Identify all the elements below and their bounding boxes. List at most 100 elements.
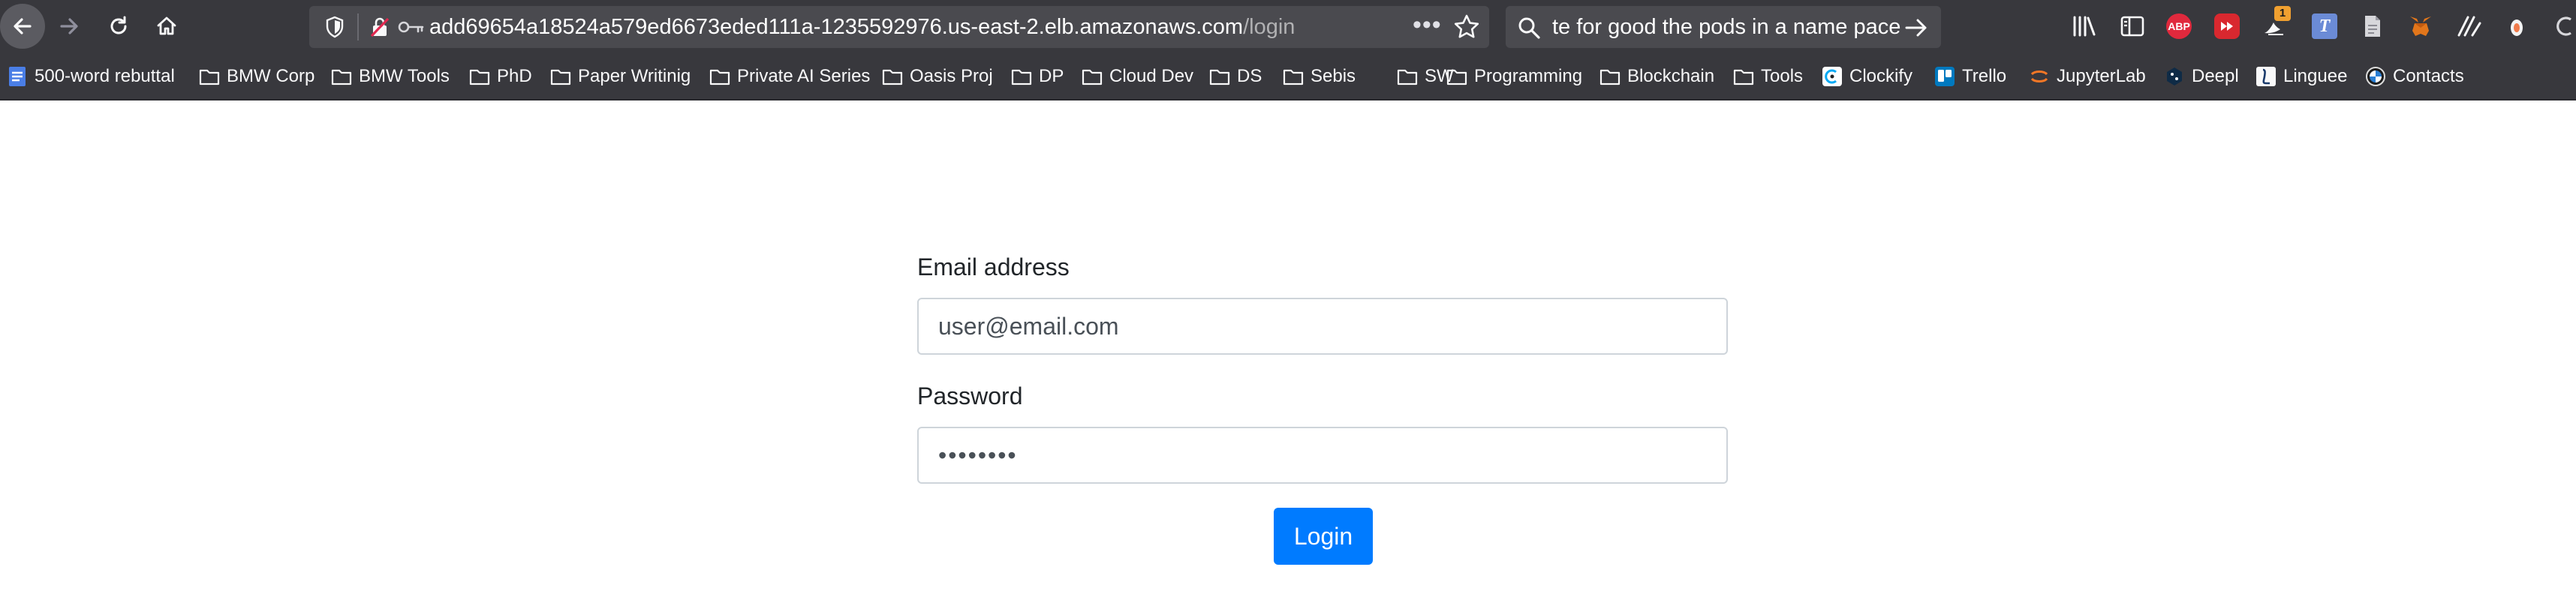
adblock-label: ABP	[2168, 20, 2190, 32]
reload-icon	[110, 16, 127, 34]
folder-icon	[1081, 65, 1103, 88]
bookmark-label: Private AI Series	[737, 66, 871, 86]
bookmark-linguee[interactable]: Linguee	[2255, 52, 2347, 100]
bookmark-programming[interactable]: Programming	[1446, 52, 1582, 100]
forward-arrow-icon	[60, 18, 78, 34]
sidebar-icon[interactable]	[2120, 14, 2145, 39]
bookmark-label: Oasis Proj	[910, 66, 993, 86]
reload-button[interactable]	[96, 4, 141, 49]
folder-icon	[198, 65, 221, 88]
bookmark-oasis-proj[interactable]: Oasis Proj	[881, 52, 993, 100]
bookmark-label: JupyterLab	[2057, 66, 2146, 86]
library-icon[interactable]	[2072, 14, 2097, 39]
bookmark-label: DP	[1039, 66, 1064, 86]
back-button[interactable]	[0, 4, 45, 49]
folder-icon	[1396, 65, 1419, 88]
docs-icon	[6, 65, 29, 88]
overflow-icon[interactable]	[2549, 14, 2576, 39]
bookmark-contacts[interactable]: Contacts	[2364, 52, 2464, 100]
bookmark-label: Trello	[1962, 66, 2007, 86]
url-bar[interactable]: add69654a18524a579ed6673eded111a-1235592…	[309, 6, 1489, 48]
bookmark-deepl[interactable]: Deepl	[2163, 52, 2239, 100]
folder-icon	[468, 65, 491, 88]
bookmark-label: Programming	[1474, 66, 1583, 86]
bookmarks-toolbar: 500-word rebuttal BMW Corp BMW Tools PhD Pap…	[0, 52, 2576, 100]
home-button[interactable]	[144, 4, 189, 49]
email-field[interactable]	[917, 298, 1728, 355]
url-path: /login	[1243, 15, 1296, 39]
bookmark-label: Sebis	[1311, 66, 1356, 86]
bookmark-cloud-dev[interactable]: Cloud Dev	[1081, 52, 1193, 100]
folder-icon	[1010, 65, 1033, 88]
clockify-icon	[1821, 65, 1843, 88]
deepl-icon	[2163, 65, 2186, 88]
url-text: add69654a18524a579ed6673eded111a-1235592…	[429, 6, 1295, 48]
page-actions-menu[interactable]: •••	[1413, 6, 1442, 48]
folder-icon	[1732, 65, 1755, 88]
bookmark-label: BMW Tools	[359, 66, 450, 86]
bookmark-bmw-tools[interactable]: BMW Tools	[330, 52, 450, 100]
bookmark-label: BMW Corp	[227, 66, 315, 86]
bookmark-label: Clockify	[1849, 66, 1913, 86]
stats-icon[interactable]	[2456, 14, 2481, 39]
browser-toolbar: add69654a18524a579ed6673eded111a-1235592…	[0, 0, 2576, 52]
bookmark-label: Tools	[1761, 66, 1804, 86]
folder-icon	[1208, 65, 1231, 88]
shield-extension-icon[interactable]	[2504, 14, 2529, 39]
bookmark-dp[interactable]: DP	[1010, 52, 1064, 100]
search-icon	[1516, 15, 1542, 44]
document-icon[interactable]	[2360, 14, 2385, 39]
bookmark-trello[interactable]: Trello	[1934, 52, 2006, 100]
bookmark-ds[interactable]: DS	[1208, 52, 1262, 100]
bookmark-star-icon[interactable]	[1452, 12, 1482, 46]
bookmark-label: Blockchain	[1627, 66, 1715, 86]
metamask-icon[interactable]	[2408, 14, 2433, 39]
back-arrow-icon	[14, 18, 32, 34]
translate-label: T	[2319, 16, 2331, 36]
bookmark-label: Contacts	[2393, 66, 2464, 86]
bookmark-label: Cloud Dev	[1109, 66, 1194, 86]
search-bar[interactable]: te for good the pods in a name pace	[1506, 6, 1941, 48]
login-button[interactable]: Login	[1274, 508, 1373, 565]
bookmark-label: 500-word rebuttal	[35, 66, 175, 86]
home-icon	[157, 16, 176, 35]
bookmark-clockify[interactable]: Clockify	[1821, 52, 1912, 100]
bookmark-label: PhD	[497, 66, 532, 86]
folder-icon	[1446, 65, 1468, 88]
forward-button[interactable]	[47, 4, 92, 49]
bookmark-label: Linguee	[2283, 66, 2348, 86]
bookmark-private-ai-series[interactable]: Private AI Series	[709, 52, 870, 100]
bookmark-label: DS	[1237, 66, 1262, 86]
url-host: add69654a18524a579ed6673eded111a-1235592…	[429, 15, 1244, 39]
bookmark-jupyterlab[interactable]: JupyterLab	[2028, 52, 2146, 100]
bookmark-label: Paper Writinig	[578, 66, 691, 86]
folder-icon	[881, 65, 904, 88]
bookmark-blockchain[interactable]: Blockchain	[1599, 52, 1714, 100]
notification-badge-icon[interactable]: 1	[2262, 6, 2291, 39]
badge-count: 1	[2274, 6, 2291, 21]
tracking-shield-icon[interactable]	[321, 6, 348, 48]
adblock-plus-icon[interactable]: ABP	[2166, 14, 2192, 39]
trello-icon	[1934, 65, 1956, 88]
youtube-icon[interactable]	[2214, 14, 2240, 39]
folder-icon	[1599, 65, 1621, 88]
linguee-icon	[2255, 65, 2277, 88]
bmw-icon	[2364, 65, 2387, 88]
bookmark-label: Deepl	[2192, 66, 2239, 86]
folder-icon	[549, 65, 572, 88]
bookmark-sebis[interactable]: Sebis	[1282, 52, 1356, 100]
bookmark-bmw-corp[interactable]: BMW Corp	[198, 52, 314, 100]
folder-icon	[330, 65, 353, 88]
search-go-arrow-icon[interactable]	[1903, 15, 1929, 44]
bookmark-500-word-rebuttal[interactable]: 500-word rebuttal	[6, 52, 175, 100]
email-label: Email address	[917, 254, 1070, 280]
key-icon[interactable]	[396, 6, 426, 48]
password-field[interactable]	[917, 427, 1728, 484]
bookmark-paper-writinig[interactable]: Paper Writinig	[549, 52, 691, 100]
translate-icon[interactable]: T	[2312, 14, 2337, 39]
bookmark-phd[interactable]: PhD	[468, 52, 532, 100]
bookmark-tools[interactable]: Tools	[1732, 52, 1803, 100]
jupyter-icon	[2028, 65, 2051, 88]
folder-icon	[709, 65, 731, 88]
insecure-lock-icon[interactable]	[366, 6, 393, 48]
